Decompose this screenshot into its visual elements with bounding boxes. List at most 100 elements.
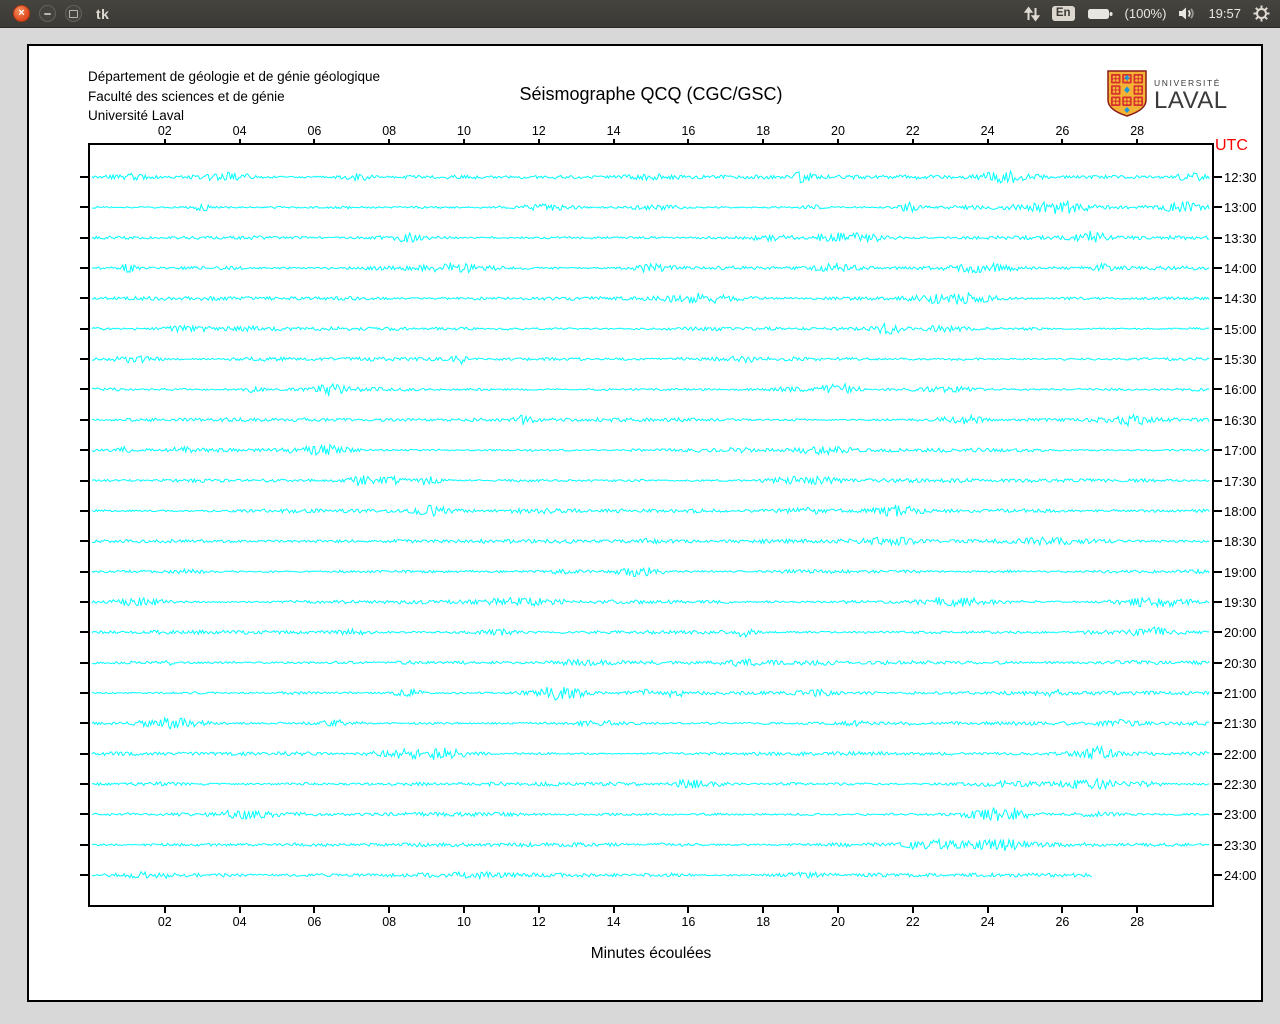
close-icon: ×	[18, 6, 25, 19]
x-tick-label-bottom: 06	[307, 915, 322, 929]
trace-time-label: 20:30	[1224, 655, 1257, 671]
trace-row-tick-right	[1214, 297, 1222, 300]
seismo-trace-row	[91, 504, 1210, 518]
trace-time-label: 13:30	[1224, 230, 1257, 246]
trace-time-label: 16:00	[1224, 382, 1257, 398]
minimize-button[interactable]	[39, 5, 56, 22]
trace-row-tick-left	[80, 327, 90, 330]
minimize-icon	[44, 12, 51, 15]
trace-time-label: 20:00	[1224, 625, 1257, 641]
x-tick-label-bottom: 02	[157, 915, 172, 929]
x-tick-mark-bottom	[1136, 907, 1139, 913]
x-tick-label-top: 10	[457, 124, 471, 138]
x-tick-label-top: 28	[1130, 124, 1145, 138]
trace-time-label: 24:00	[1224, 868, 1257, 884]
trace-time-label: 17:30	[1224, 473, 1257, 489]
x-tick-mark-top	[837, 139, 839, 145]
trace-row-tick-right	[1214, 570, 1222, 573]
trace-time-label: 15:00	[1224, 321, 1257, 337]
trace-row-tick-left	[80, 388, 90, 391]
x-tick-mark-top	[238, 139, 241, 145]
seismo-trace-row	[91, 837, 1210, 852]
trace-row-tick-right	[1214, 388, 1222, 391]
trace-time-label: 17:00	[1224, 443, 1257, 459]
trace-row-tick-right	[1214, 722, 1222, 725]
trace-time-label: 21:00	[1224, 685, 1257, 701]
seismo-trace-row	[91, 261, 1210, 274]
x-tick-mark-bottom	[1061, 907, 1064, 913]
trace-row-tick-left	[80, 570, 90, 573]
system-tray: En (100%) 19:57	[1023, 5, 1270, 22]
trace-time-label: 18:00	[1224, 503, 1257, 519]
keyboard-layout-indicator[interactable]: En	[1051, 6, 1075, 21]
trace-row-tick-left	[80, 509, 90, 512]
trace-row-tick-right	[1214, 267, 1222, 270]
network-updown-arrows-icon[interactable]	[1023, 6, 1040, 22]
x-tick-mark-bottom	[911, 907, 914, 913]
x-tick-mark-bottom	[612, 907, 615, 913]
x-tick-mark-top	[463, 139, 465, 145]
utc-axis-label: UTC	[1215, 137, 1248, 154]
x-tick-label-bottom: 26	[1055, 915, 1070, 929]
trace-time-label: 19:30	[1224, 594, 1257, 610]
trace-row-tick-left	[80, 783, 90, 785]
close-button[interactable]: ×	[13, 5, 30, 22]
seismo-trace-row	[91, 200, 1210, 214]
trace-row-tick-left	[80, 752, 90, 755]
x-tick-label-top: 26	[1055, 124, 1070, 138]
x-tick-label-bottom: 08	[382, 915, 397, 929]
trace-row-tick-right	[1214, 236, 1222, 239]
x-tick-mark-top	[537, 139, 540, 145]
chart-title: Séismographe QCQ (CGC/GSC)	[519, 84, 783, 104]
seismo-trace-row	[91, 777, 1210, 791]
x-tick-label-top: 18	[756, 124, 771, 138]
trace-row-tick-right	[1214, 843, 1222, 846]
x-tick-label-bottom: 20	[831, 915, 845, 929]
x-tick-mark-top	[762, 139, 765, 145]
trace-row-tick-left	[80, 722, 90, 725]
x-tick-mark-bottom	[762, 907, 765, 913]
x-tick-mark-bottom	[687, 907, 690, 913]
session-gear-icon[interactable]	[1253, 5, 1270, 22]
maximize-button[interactable]	[65, 5, 82, 22]
x-tick-mark-bottom	[163, 907, 166, 913]
seismo-trace-row	[91, 169, 1210, 184]
trace-time-label: 13:00	[1224, 200, 1257, 216]
seismo-trace-row	[91, 596, 1210, 609]
x-tick-mark-bottom	[313, 907, 316, 913]
x-tick-mark-top	[163, 139, 166, 145]
trace-time-label: 22:00	[1224, 746, 1257, 762]
header-line-university: Université Laval	[88, 108, 185, 123]
trace-row-tick-right	[1214, 752, 1222, 755]
x-tick-mark-bottom	[463, 907, 465, 913]
volume-icon[interactable]	[1178, 6, 1196, 21]
trace-row-tick-left	[80, 479, 90, 482]
trace-row-tick-left	[80, 874, 90, 877]
x-tick-label-bottom: 22	[905, 915, 920, 929]
trace-row-tick-right	[1214, 418, 1222, 421]
x-tick-label-top: 02	[157, 124, 172, 138]
trace-row-tick-left	[80, 813, 90, 816]
trace-row-tick-right	[1214, 479, 1222, 482]
x-tick-label-bottom: 12	[531, 915, 546, 929]
trace-row-tick-right	[1214, 631, 1222, 634]
trace-row-tick-right	[1214, 449, 1222, 452]
x-tick-mark-top	[687, 139, 690, 145]
x-tick-label-top: 22	[905, 124, 920, 138]
trace-row-tick-right	[1214, 327, 1222, 330]
seismo-trace-row	[91, 443, 1210, 457]
x-tick-mark-bottom	[238, 907, 241, 913]
titlebar[interactable]: × tk En (100%) 19:57	[0, 0, 1280, 28]
x-tick-label-top: 24	[980, 124, 995, 138]
seismo-trace-row	[91, 567, 1210, 577]
battery-percentage[interactable]: (100%)	[1125, 6, 1167, 21]
seismo-trace-row	[91, 230, 1210, 244]
window-controls: ×	[13, 5, 82, 22]
trace-row-tick-left	[80, 449, 90, 452]
clock[interactable]: 19:57	[1208, 6, 1241, 21]
trace-row-tick-left	[80, 600, 90, 603]
battery-icon[interactable]	[1087, 7, 1113, 21]
x-tick-label-top: 12	[531, 124, 546, 138]
trace-row-tick-left	[80, 418, 90, 421]
trace-row-tick-right	[1214, 813, 1222, 816]
